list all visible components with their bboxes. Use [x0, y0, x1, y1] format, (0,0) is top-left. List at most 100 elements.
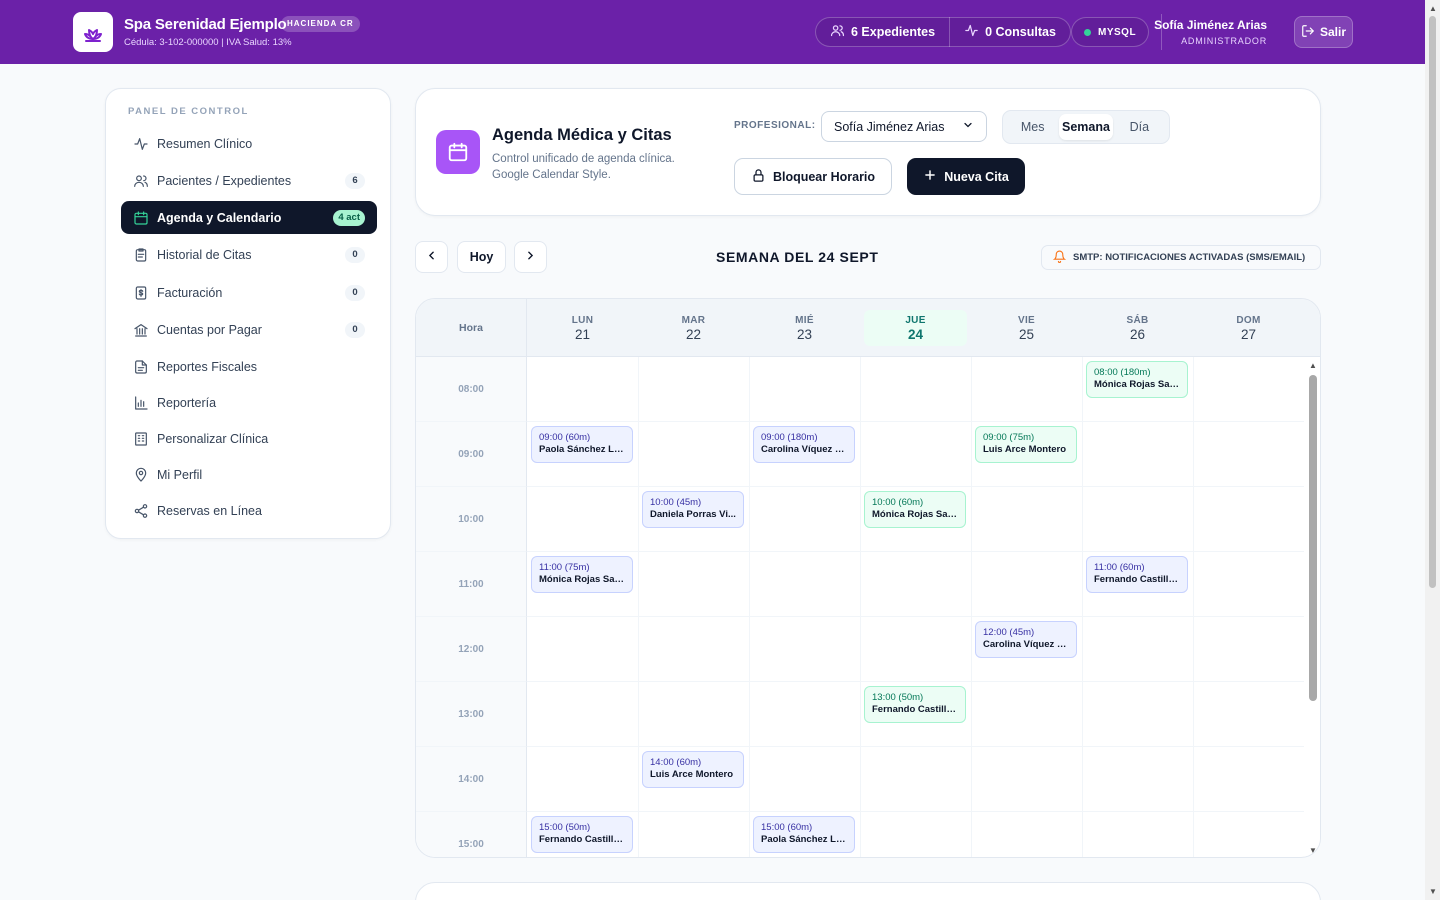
- appointment-patient: Mónica Rojas Sal...: [539, 574, 625, 585]
- day-header[interactable]: DOM 27: [1193, 299, 1304, 357]
- scroll-up-icon[interactable]: ▲: [1429, 4, 1437, 13]
- professional-value: Sofía Jiménez Arias: [834, 119, 945, 134]
- sidebar-item-reportes-fiscales[interactable]: Reportes Fiscales: [121, 350, 377, 383]
- grid-line: [527, 486, 1304, 487]
- appointment-patient: Mónica Rojas Sal...: [872, 509, 958, 520]
- sidebar-item-label: Agenda y Calendario: [157, 210, 282, 225]
- page-title: Agenda Médica y Citas: [492, 126, 672, 144]
- sidebar-item-resumen-clinico[interactable]: Resumen Clínico: [121, 127, 377, 160]
- day-name: MIÉ: [795, 314, 814, 326]
- day-header[interactable]: VIE 25: [971, 299, 1082, 357]
- sidebar-item-pacientes-expedientes[interactable]: Pacientes / Expedientes 6: [121, 164, 377, 197]
- appointment-time: 10:00 (45m): [650, 497, 702, 508]
- calendar-header: Hora LUN 21 MAR 22 MIÉ 23 JUE 24 VIE 25 SÁB 26 DOM 27: [416, 299, 1320, 357]
- appointment-patient: Paola Sánchez León: [539, 444, 625, 455]
- day-header[interactable]: MIÉ 23: [749, 299, 860, 357]
- appointment-event[interactable]: 08:00 (180m) Mónica Rojas Sal...: [1086, 361, 1188, 398]
- appointment-time: 12:00 (45m): [983, 627, 1035, 638]
- scroll-down-icon[interactable]: ▼: [1429, 887, 1437, 896]
- appointment-time: 11:00 (60m): [1094, 562, 1145, 573]
- appointment-event[interactable]: 12:00 (45m) Carolina Víquez S...: [975, 621, 1077, 658]
- smtp-label: SMTP: NOTIFICACIONES ACTIVADAS (SMS/EMAI…: [1073, 252, 1306, 263]
- grid-line: [527, 681, 1304, 682]
- expedientes-pill[interactable]: 6 Expedientes: [816, 17, 949, 47]
- db-label: MYSQL: [1098, 26, 1137, 38]
- block-schedule-label: Bloquear Horario: [772, 169, 876, 184]
- grid-line: [1082, 357, 1083, 857]
- day-number: 24: [907, 326, 924, 342]
- chevron-down-icon: [962, 119, 974, 134]
- scroll-thumb[interactable]: [1309, 375, 1317, 701]
- view-day-button[interactable]: Día: [1113, 114, 1166, 140]
- appointment-event[interactable]: 15:00 (60m) Paola Sánchez León: [753, 816, 855, 853]
- grid-line: [527, 616, 1304, 617]
- top-bar: Spa Serenidad Ejemplo HACIENDA CR Cédula…: [0, 0, 1425, 64]
- hour-label: 11:00: [416, 552, 527, 617]
- day-name: LUN: [571, 314, 594, 326]
- sidebar-item-reservas-en-linea[interactable]: Reservas en Línea: [121, 494, 377, 527]
- appointment-patient: Carolina Víquez S...: [761, 444, 847, 455]
- sidebar-item-agenda-y-calendario[interactable]: Agenda y Calendario 4 act: [121, 201, 377, 234]
- appointment-event[interactable]: 13:00 (50m) Fernando Castillo...: [864, 686, 966, 723]
- day-header[interactable]: LUN 21: [527, 299, 638, 357]
- block-schedule-button[interactable]: Bloquear Horario: [734, 158, 892, 195]
- day-header[interactable]: JUE 24: [860, 299, 971, 357]
- appointment-patient: Fernando Castillo...: [1094, 574, 1180, 585]
- day-name: VIE: [1017, 314, 1036, 326]
- scroll-up-icon[interactable]: ▲: [1309, 361, 1317, 370]
- appointment-event[interactable]: 10:00 (45m) Daniela Porras Vi...: [642, 491, 744, 528]
- appointment-time: 08:00 (180m): [1094, 367, 1151, 378]
- appointment-time: 11:00 (75m): [539, 562, 590, 573]
- appointment-event[interactable]: 11:00 (60m) Fernando Castillo...: [1086, 556, 1188, 593]
- appointment-event[interactable]: 10:00 (60m) Mónica Rojas Sal...: [864, 491, 966, 528]
- bell-icon: [1052, 250, 1067, 266]
- view-week-button[interactable]: Semana: [1059, 114, 1113, 140]
- scroll-down-icon[interactable]: ▼: [1309, 846, 1317, 855]
- appointment-event[interactable]: 09:00 (60m) Paola Sánchez León: [531, 426, 633, 463]
- day-header[interactable]: MAR 22: [638, 299, 749, 357]
- professional-select[interactable]: Sofía Jiménez Arias: [821, 111, 987, 142]
- new-appointment-button[interactable]: Nueva Cita: [907, 158, 1025, 195]
- hour-label: 15:00: [416, 812, 527, 857]
- grid-line: [527, 811, 1304, 812]
- appointment-patient: Luis Arce Montero: [650, 769, 734, 780]
- grid-line: [971, 357, 972, 857]
- appointment-event[interactable]: 15:00 (50m) Fernando Castillo...: [531, 816, 633, 853]
- calendar-scrollbar[interactable]: ▲ ▼: [1304, 357, 1320, 857]
- appointment-time: 09:00 (75m): [983, 432, 1035, 443]
- hour-label: 13:00: [416, 682, 527, 747]
- db-status-badge: MYSQL: [1071, 17, 1150, 47]
- logout-icon: [1301, 24, 1315, 41]
- scroll-thumb[interactable]: [1429, 16, 1436, 588]
- sidebar-item-label: Mi Perfil: [157, 467, 203, 482]
- sidebar-item-mi-perfil[interactable]: Mi Perfil: [121, 458, 377, 491]
- page-scrollbar[interactable]: ▲ ▼: [1425, 0, 1440, 900]
- sidebar-item-historial-de-citas[interactable]: Historial de Citas 0: [121, 238, 377, 271]
- logout-button[interactable]: Salir: [1294, 16, 1353, 48]
- consultas-pill[interactable]: 0 Consultas: [949, 17, 1070, 47]
- sidebar-item-personalizar-clinica[interactable]: Personalizar Clínica: [121, 422, 377, 455]
- sidebar-item-label: Personalizar Clínica: [157, 431, 269, 446]
- hour-label: 09:00: [416, 422, 527, 487]
- sidebar: PANEL DE CONTROL Resumen Clínico Paciente…: [105, 88, 391, 539]
- chevron-left-icon: [425, 249, 438, 265]
- appointment-event[interactable]: 09:00 (75m) Luis Arce Montero: [975, 426, 1077, 463]
- prev-week-button[interactable]: [415, 241, 448, 273]
- sidebar-item-cuentas-por-pagar[interactable]: Cuentas por Pagar 0: [121, 313, 377, 346]
- next-week-button[interactable]: [514, 241, 547, 273]
- grid-line: [1193, 357, 1194, 857]
- stats-pill-group: 6 Expedientes 0 Consultas: [815, 17, 1071, 47]
- day-header[interactable]: SÁB 26: [1082, 299, 1193, 357]
- activity-icon: [964, 23, 979, 41]
- sidebar-item-label: Cuentas por Pagar: [157, 322, 262, 337]
- appointment-event[interactable]: 09:00 (180m) Carolina Víquez S...: [753, 426, 855, 463]
- view-month-button[interactable]: Mes: [1006, 114, 1059, 140]
- day-number: 23: [796, 326, 813, 342]
- today-button[interactable]: Hoy: [457, 241, 506, 273]
- bar-chart-icon: [133, 395, 149, 411]
- clinic-tax-info: Cédula: 3-102-000000 | IVA Salud: 13%: [124, 37, 292, 48]
- sidebar-item-facturacion[interactable]: Facturación 0: [121, 276, 377, 309]
- appointment-event[interactable]: 11:00 (75m) Mónica Rojas Sal...: [531, 556, 633, 593]
- appointment-event[interactable]: 14:00 (60m) Luis Arce Montero: [642, 751, 744, 788]
- sidebar-item-reporteria[interactable]: Reportería: [121, 386, 377, 419]
